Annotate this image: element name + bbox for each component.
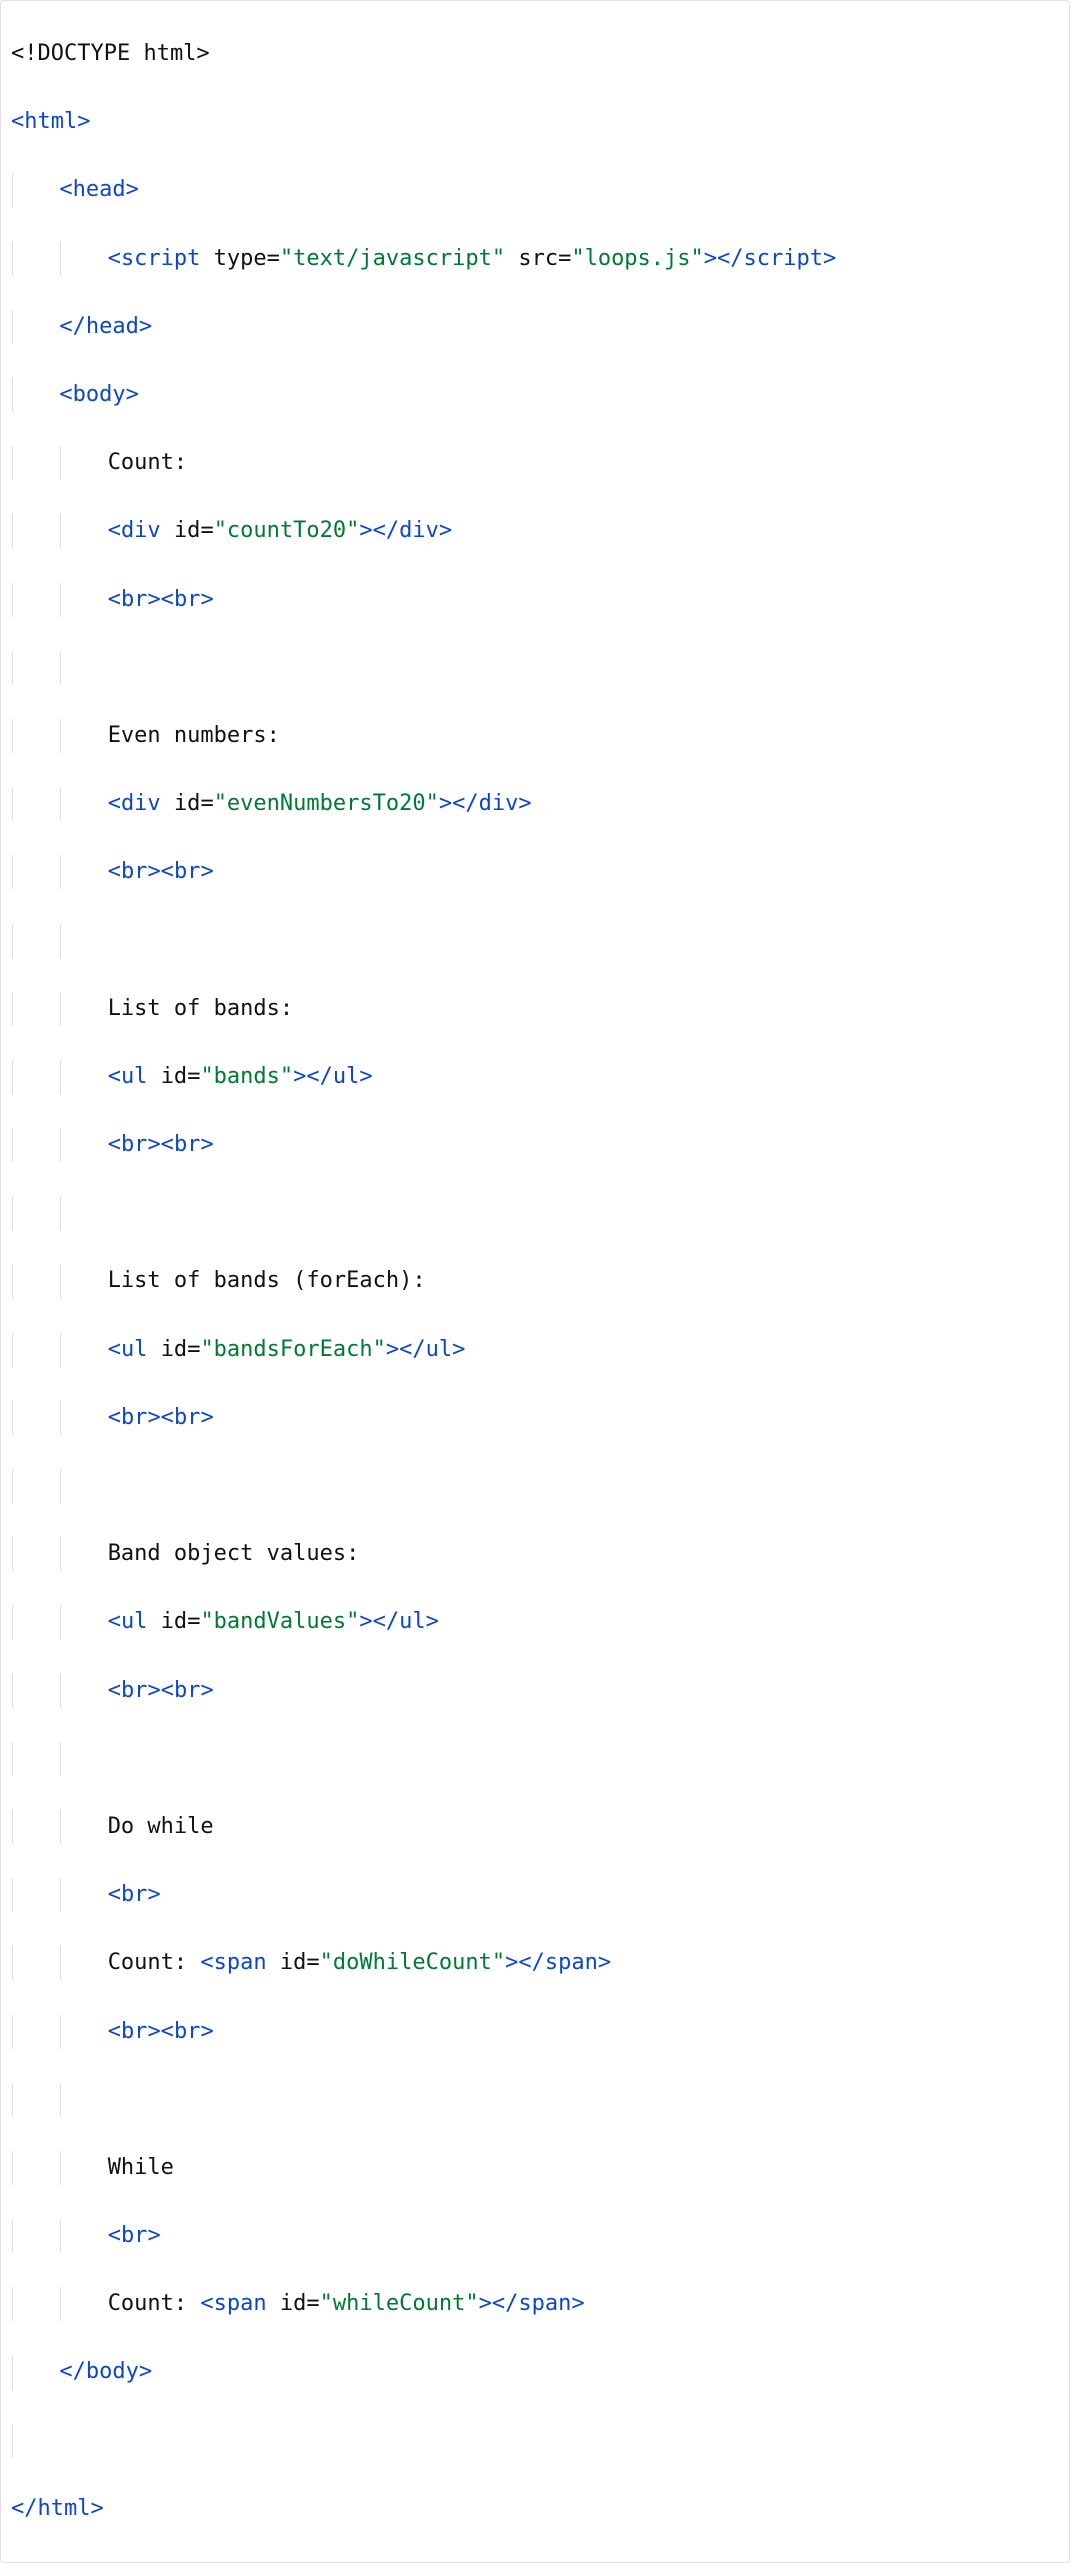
code-line: <body> xyxy=(11,378,1061,412)
code-line: <!DOCTYPE html> xyxy=(11,37,1061,71)
code-line xyxy=(11,1469,1061,1503)
tag-script: script xyxy=(121,246,200,271)
code-line: <head> xyxy=(11,173,1061,207)
val-id-while: "whileCount" xyxy=(320,2291,479,2316)
code-line: List of bands: xyxy=(11,992,1061,1026)
val-id-bands-foreach: "bandsForEach" xyxy=(200,1337,385,1362)
code-line: <div id="evenNumbersTo20"></div> xyxy=(11,787,1061,821)
text-even: Even numbers: xyxy=(108,723,280,748)
code-line: Count: <span id="whileCount"></span> xyxy=(11,2287,1061,2321)
attr-src: src xyxy=(518,246,558,271)
val-id-even: "evenNumbersTo20" xyxy=(214,791,439,816)
code-line xyxy=(11,1196,1061,1230)
code-line: <br><br> xyxy=(11,1674,1061,1708)
code-line: Count: <span id="doWhileCount"></span> xyxy=(11,1946,1061,1980)
code-line xyxy=(11,2083,1061,2117)
code-line: <br> xyxy=(11,2219,1061,2253)
text-bands: List of bands: xyxy=(108,996,293,1021)
code-line: <br><br> xyxy=(11,855,1061,889)
val-id-bands: "bands" xyxy=(200,1064,293,1089)
code-line: <br><br> xyxy=(11,1128,1061,1162)
text-band-values: Band object values: xyxy=(108,1541,360,1566)
code-line: <html> xyxy=(11,105,1061,139)
doctype: <!DOCTYPE html> xyxy=(11,41,210,66)
text-count3: Count: xyxy=(108,2291,201,2316)
tag-html-open: html xyxy=(24,109,77,134)
val-src: "loops.js" xyxy=(571,246,703,271)
code-line: <br><br> xyxy=(11,2015,1061,2049)
text-while: While xyxy=(108,2155,174,2180)
code-line: Even numbers: xyxy=(11,719,1061,753)
code-line: <ul id="bandsForEach"></ul> xyxy=(11,1333,1061,1367)
code-line: <ul id="bands"></ul> xyxy=(11,1060,1061,1094)
code-line xyxy=(11,2424,1061,2458)
code-line xyxy=(11,1742,1061,1776)
code-line: </head> xyxy=(11,310,1061,344)
code-line xyxy=(11,924,1061,958)
code-line: <script type="text/javascript" src="loop… xyxy=(11,242,1061,276)
val-id-band-values: "bandValues" xyxy=(200,1609,359,1634)
val-id-countTo20: "countTo20" xyxy=(214,518,360,543)
code-line xyxy=(11,651,1061,685)
code-line: While xyxy=(11,2151,1061,2185)
code-line: Do while xyxy=(11,1810,1061,1844)
val-id-dowhile: "doWhileCount" xyxy=(320,1950,505,1975)
text-count2: Count: xyxy=(108,1950,201,1975)
tag-head-close: head xyxy=(86,314,139,339)
tag-body-open: body xyxy=(73,382,126,407)
code-line: List of bands (forEach): xyxy=(11,1264,1061,1298)
code-line: <br> xyxy=(11,1878,1061,1912)
code-line: </html> xyxy=(11,2492,1061,2526)
code-line: <ul id="bandValues"></ul> xyxy=(11,1605,1061,1639)
code-line: <div id="countTo20"></div> xyxy=(11,514,1061,548)
text-count: Count: xyxy=(108,450,187,475)
code-block: <!DOCTYPE html> <html> <head> <script ty… xyxy=(0,0,1070,2563)
code-line: Count: xyxy=(11,446,1061,480)
text-dowhile: Do while xyxy=(108,1814,214,1839)
text-bands-foreach: List of bands (forEach): xyxy=(108,1268,426,1293)
attr-type: type xyxy=(214,246,267,271)
code-line: Band object values: xyxy=(11,1537,1061,1571)
code-line: </body> xyxy=(11,2355,1061,2389)
tag-head-open: head xyxy=(73,177,126,202)
tag-html-close: html xyxy=(38,2496,91,2521)
tag-body-close: body xyxy=(86,2359,139,2384)
code-line: <br><br> xyxy=(11,583,1061,617)
val-type: "text/javascript" xyxy=(280,246,505,271)
